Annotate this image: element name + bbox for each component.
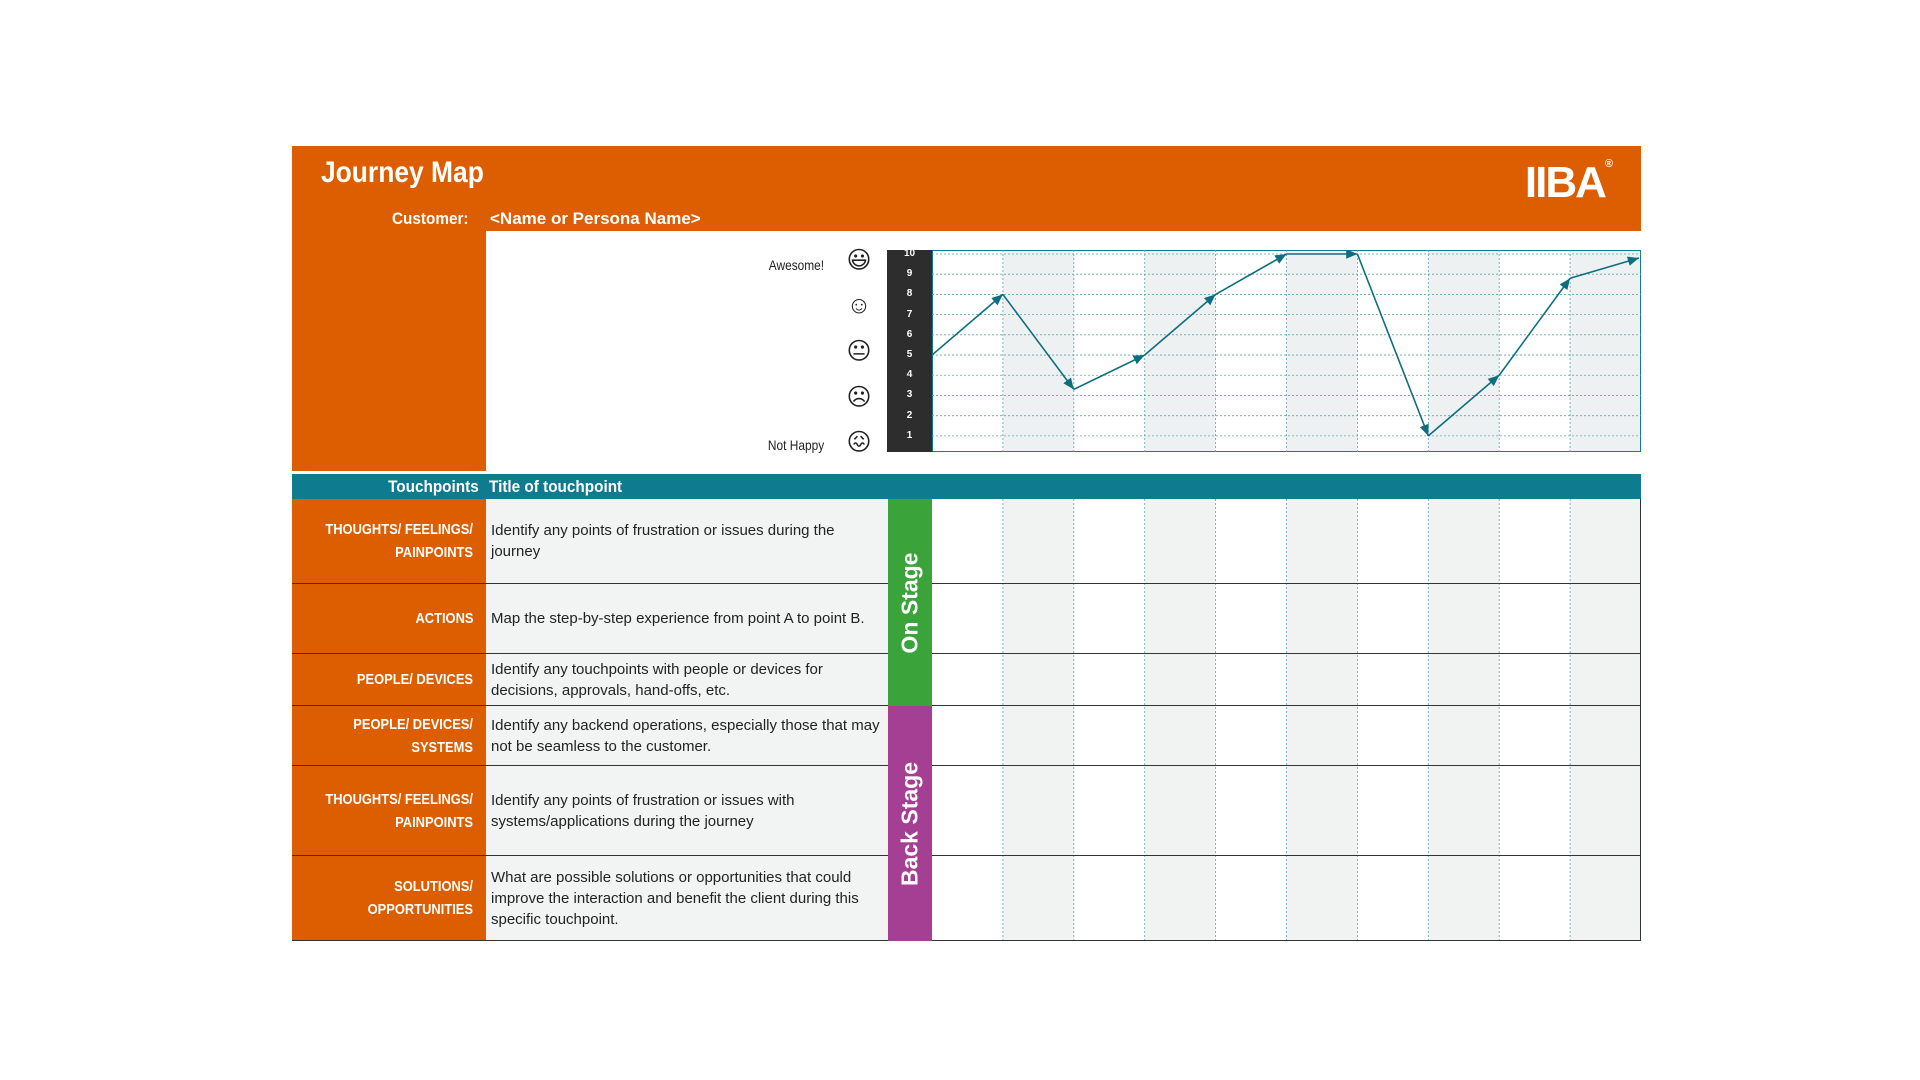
emotion-scale: 10 9 8 7 6 5 4 3 2 1 — [887, 248, 932, 452]
row-label: THOUGHTS/ FEELINGS/ PAINPOINTS — [292, 766, 486, 856]
grid-column-band — [1428, 499, 1500, 941]
row-label-text: THOUGHTS/ FEELINGS/ PAINPOINTS — [325, 790, 473, 831]
grid-column-band — [1002, 499, 1074, 941]
awesome-label: Awesome! — [768, 257, 824, 273]
row-label-text: PEOPLE/ DEVICES — [356, 671, 473, 688]
row-description[interactable]: What are possible solutions or opportuni… — [486, 856, 888, 941]
frowning-face-icon: ☹︎ — [846, 384, 872, 411]
back-stage-bar: Back Stage — [888, 706, 932, 941]
row-description-text: What are possible solutions or opportuni… — [491, 868, 859, 928]
neutral-face-icon: 😐︎ — [846, 338, 872, 365]
touchpoints-band: Touchpoints Title of touchpoint — [292, 474, 1641, 499]
scale-tick: 6 — [906, 328, 913, 340]
scale-tick: 9 — [906, 268, 913, 280]
row-description[interactable]: Map the step-by-step experience from poi… — [486, 584, 888, 654]
chart-column-band — [1002, 250, 1074, 452]
customer-label: Customer: — [392, 209, 469, 228]
not-happy-label: Not Happy — [767, 437, 824, 453]
chart-segment — [1215, 253, 1287, 296]
emotion-chart — [932, 250, 1641, 452]
logo-text: IIBA — [1524, 158, 1607, 207]
row-label: ACTIONS — [292, 584, 486, 654]
row-description[interactable]: Identify any points of frustration or is… — [486, 499, 888, 584]
chart-column-band — [1144, 250, 1216, 452]
row-label-text: PEOPLE/ DEVICES/ SYSTEMS — [353, 715, 473, 756]
row-label: PEOPLE/ DEVICES — [292, 654, 486, 706]
scale-tick: 4 — [906, 369, 913, 381]
row-description[interactable]: Identify any touchpoints with people or … — [486, 654, 888, 706]
grinning-face-icon: 😃︎ — [846, 247, 872, 274]
scale-tick: 3 — [906, 389, 913, 401]
chart-segment — [1073, 354, 1146, 391]
grid-column-band — [1286, 499, 1358, 941]
grid-column-band — [1570, 499, 1641, 941]
back-stage-label: Back Stage — [896, 761, 923, 886]
scale-tick: 2 — [906, 409, 913, 421]
chart-segment — [932, 293, 1004, 356]
touchpoint-grid — [932, 499, 1641, 941]
scale-tick: 1 — [906, 429, 913, 441]
left-column-spacer — [292, 231, 486, 471]
row-description-text: Map the step-by-step experience from poi… — [491, 610, 865, 627]
row-label: SOLUTIONS/ OPPORTUNITIES — [292, 856, 486, 941]
distressed-face-icon: 😖︎ — [846, 429, 872, 456]
page-title: Journey Map — [321, 156, 484, 189]
row-description[interactable]: Identify any backend operations, especia… — [486, 706, 888, 766]
chart-column-band — [1286, 250, 1358, 452]
on-stage-bar: On Stage — [888, 499, 932, 706]
row-description-text: Identify any points of frustration or is… — [491, 522, 835, 560]
scale-tick: 10 — [903, 248, 916, 259]
row-description-text: Identify any touchpoints with people or … — [491, 660, 823, 699]
journey-map-frame: Journey Map Customer: <Name or Persona N… — [292, 146, 1641, 941]
on-stage-label: On Stage — [896, 552, 923, 653]
row-label-text: SOLUTIONS/ OPPORTUNITIES — [367, 878, 473, 918]
logo-mark: ® — [1604, 158, 1613, 170]
row-label: PEOPLE/ DEVICES/ SYSTEMS — [292, 706, 486, 766]
touchpoints-label: Touchpoints — [388, 477, 479, 496]
touchpoint-title[interactable]: Title of touchpoint — [489, 477, 622, 497]
iiba-logo: IIBA® — [1525, 158, 1613, 208]
row-description-text: Identify any points of frustration or is… — [491, 791, 795, 830]
row-description[interactable]: Identify any points of frustration or is… — [486, 766, 888, 856]
chart-segment — [1356, 253, 1430, 437]
row-label-text: THOUGHTS/ FEELINGS/ PAINPOINTS — [325, 521, 473, 561]
row-description-text: Identify any backend operations, especia… — [491, 716, 880, 755]
row-label: THOUGHTS/ FEELINGS/ PAINPOINTS — [292, 499, 486, 584]
grid-column-band — [1144, 499, 1216, 941]
scale-tick: 8 — [906, 288, 913, 300]
chart-column-band — [1570, 250, 1641, 452]
chart-segment — [1498, 277, 1571, 376]
row-label-text: ACTIONS — [414, 610, 473, 627]
smiling-face-icon: ☺︎ — [846, 292, 872, 319]
header-bar: Journey Map Customer: <Name or Persona N… — [292, 146, 1641, 231]
scale-tick: 5 — [906, 349, 913, 361]
customer-value[interactable]: <Name or Persona Name> — [490, 209, 701, 229]
scale-tick: 7 — [906, 308, 913, 320]
chart-column-band — [1428, 250, 1500, 452]
